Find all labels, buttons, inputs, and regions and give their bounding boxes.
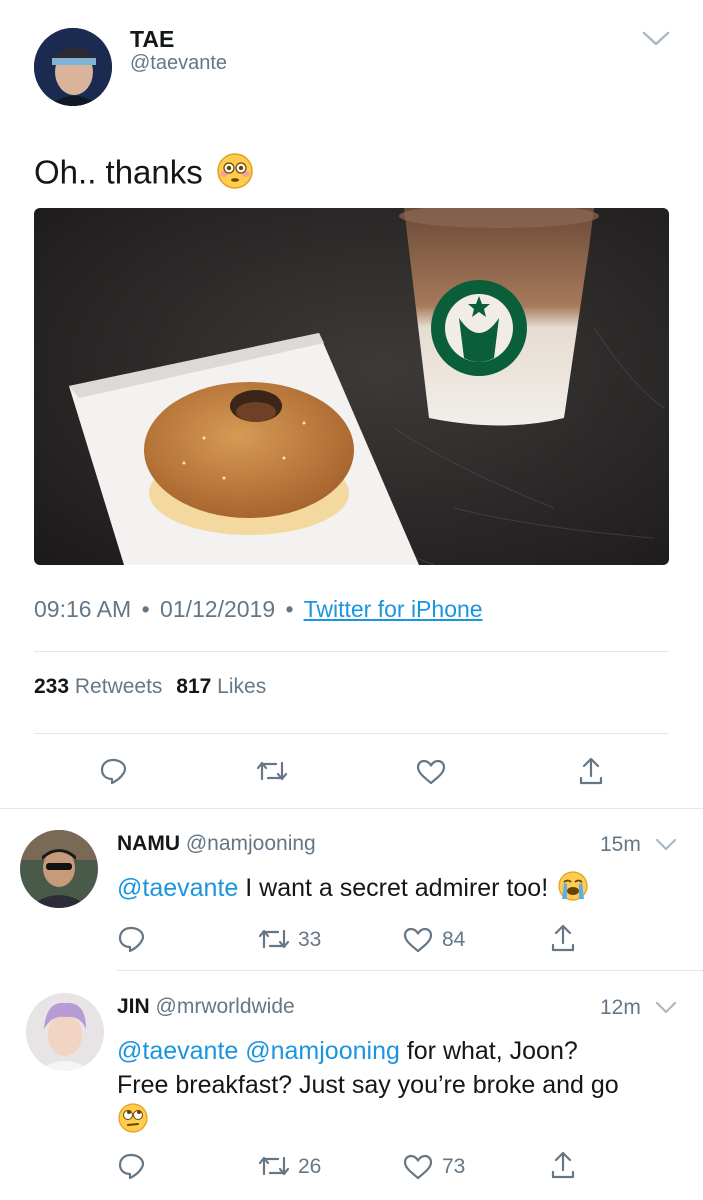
- reply-text: @taevante @namjooning for what, Joon? Fr…: [117, 1034, 619, 1143]
- mention-link[interactable]: @taevante: [117, 874, 238, 902]
- tweet-text: Oh.. thanks: [34, 152, 254, 198]
- reply-header: JIN @mrworldwide: [117, 995, 295, 1019]
- share-icon[interactable]: [550, 923, 576, 953]
- meta-separator: •: [141, 596, 150, 622]
- share-icon[interactable]: [578, 756, 604, 786]
- divider: [34, 651, 669, 652]
- reply-text-line: Free breakfast? Just say you’re broke an…: [117, 1071, 619, 1099]
- author-name[interactable]: TAE: [130, 26, 174, 53]
- tweet-meta: 09:16 AM • 01/12/2019 • Twitter for iPho…: [34, 596, 483, 623]
- face-with-rolling-eyes-emoji: [117, 1102, 149, 1143]
- reply-age: 15m: [600, 833, 641, 856]
- chevron-down-icon[interactable]: [642, 30, 670, 48]
- reply-icon[interactable]: [117, 1152, 145, 1180]
- tweet-time: 09:16 AM: [34, 596, 132, 622]
- flushed-face-emoji: [216, 152, 254, 198]
- reply-text-line: @taevante @namjooning for what, Joon?: [117, 1034, 619, 1068]
- reply-author-handle[interactable]: @namjooning: [186, 832, 316, 855]
- like-count: 73: [442, 1155, 466, 1178]
- reply-author-name[interactable]: NAMU: [117, 832, 180, 855]
- chevron-down-icon[interactable]: [655, 1001, 677, 1015]
- divider: [34, 733, 669, 734]
- retweets-count[interactable]: 233: [34, 675, 69, 698]
- tweet-text-body: Oh.. thanks: [34, 153, 203, 191]
- tweet-source-link[interactable]: Twitter for iPhone: [304, 596, 483, 622]
- namu-avatar[interactable]: [20, 830, 98, 908]
- reply-header: NAMU @namjooning: [117, 832, 316, 856]
- retweet-icon[interactable]: [258, 1154, 290, 1178]
- retweets-label[interactable]: Retweets: [75, 675, 163, 698]
- divider: [0, 808, 703, 809]
- mention-link[interactable]: @taevante @namjooning: [117, 1037, 400, 1065]
- retweet-icon[interactable]: [256, 759, 288, 783]
- likes-count[interactable]: 817: [176, 675, 211, 698]
- reply-author-name[interactable]: JIN: [117, 995, 150, 1018]
- tweet-date: 01/12/2019: [160, 596, 276, 622]
- loudly-crying-face-emoji: [557, 870, 589, 909]
- reply-age: 12m: [600, 996, 641, 1019]
- share-icon[interactable]: [550, 1150, 576, 1180]
- tweet-photo[interactable]: [34, 208, 669, 565]
- retweet-count: 26: [298, 1155, 322, 1178]
- jin-avatar[interactable]: [26, 993, 104, 1071]
- chevron-down-icon[interactable]: [655, 838, 677, 852]
- tweet-stats: 233 Retweets 817 Likes: [34, 675, 266, 699]
- like-icon[interactable]: [416, 759, 446, 785]
- reply-author-handle[interactable]: @mrworldwide: [156, 995, 295, 1018]
- likes-label[interactable]: Likes: [217, 675, 266, 698]
- author-handle[interactable]: @taevante: [130, 52, 227, 75]
- reply-text-line: [117, 1102, 619, 1143]
- reply-text-body: for what, Joon?: [399, 1037, 578, 1065]
- tae-avatar[interactable]: [34, 28, 112, 106]
- like-icon[interactable]: [403, 1154, 433, 1180]
- retweet-count: 33: [298, 928, 322, 951]
- like-icon[interactable]: [403, 927, 433, 953]
- reply-icon[interactable]: [99, 757, 127, 785]
- reply-icon[interactable]: [117, 925, 145, 953]
- reply-text: @taevante I want a secret admirer too!: [117, 870, 589, 909]
- meta-separator: •: [285, 596, 294, 622]
- divider: [117, 970, 703, 971]
- retweet-icon[interactable]: [258, 927, 290, 951]
- reply-text-body: I want a secret admirer too!: [238, 874, 549, 903]
- like-count: 84: [442, 928, 466, 951]
